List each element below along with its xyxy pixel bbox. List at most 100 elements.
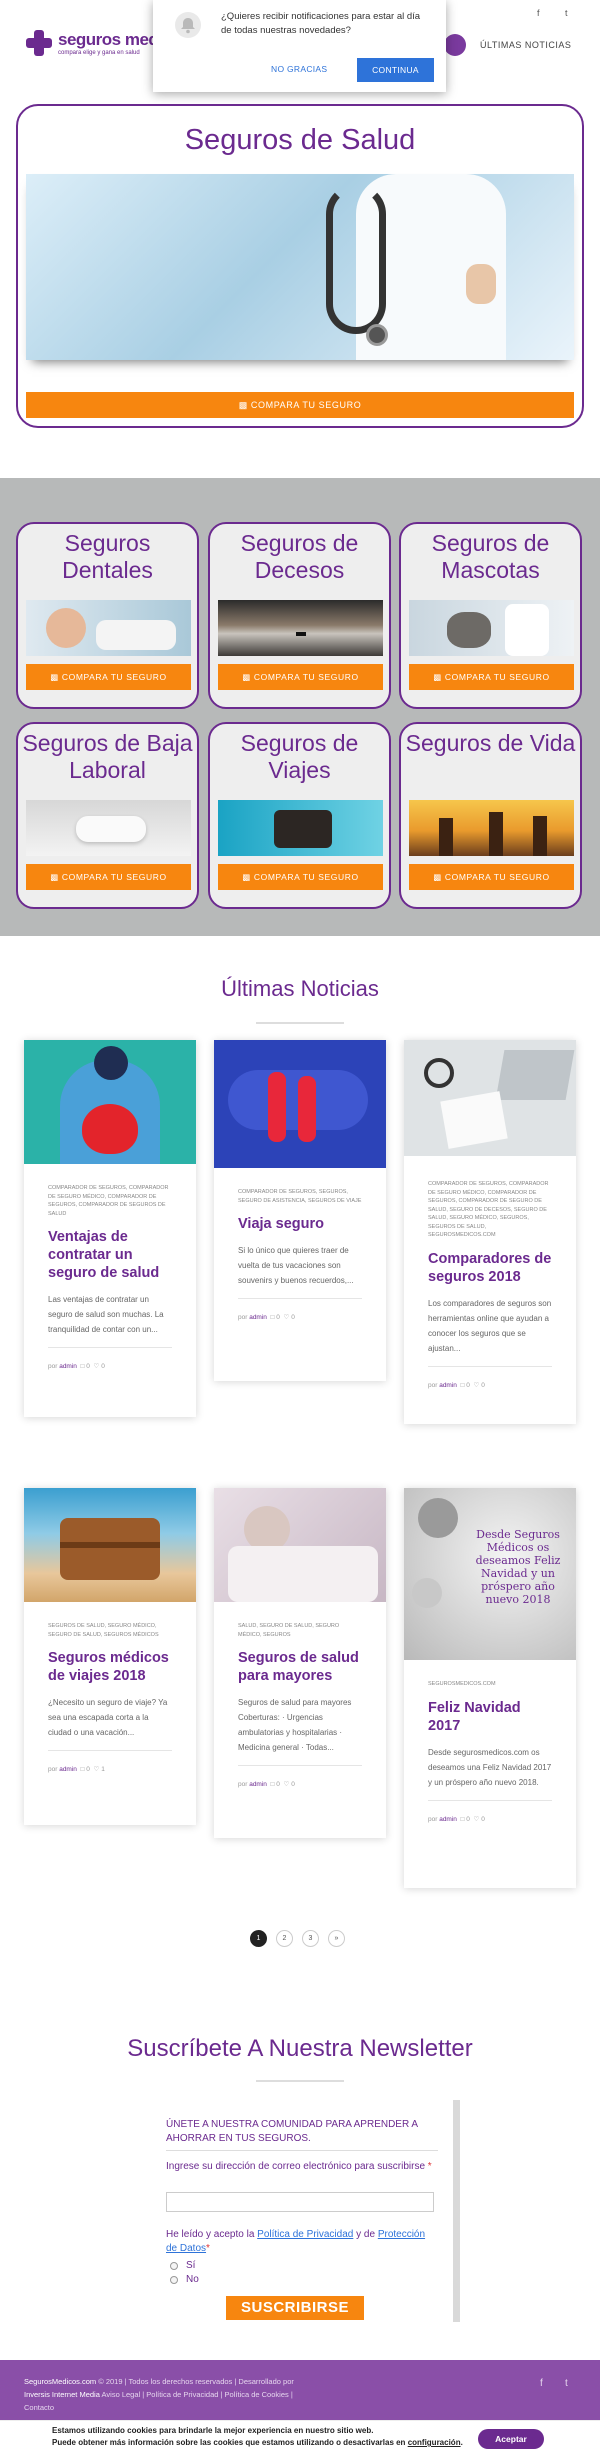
post-meta: por admin □ 0 ♡ 0 xyxy=(238,1781,295,1788)
consent-no-option[interactable]: No xyxy=(170,2274,199,2285)
post-author[interactable]: admin xyxy=(249,1781,267,1788)
product-card-mascotas[interactable]: Seguros de Mascotas ▩ COMPARA TU SEGURO xyxy=(399,522,582,709)
product-card-baja-laboral[interactable]: Seguros de Baja Laboral ▩ COMPARA TU SEG… xyxy=(16,722,199,909)
post-card[interactable]: SALUD, SEGURO DE SALUD, SEGURO MÉDICO, S… xyxy=(214,1488,386,1838)
divider xyxy=(48,1750,172,1751)
radio-button[interactable] xyxy=(170,2275,178,2284)
footer-rights: © 2019 | Todos los derechos reservados |… xyxy=(98,2377,294,2386)
compare-button[interactable]: ▩ COMPARA TU SEGURO xyxy=(409,664,574,690)
next-page-button[interactable]: » xyxy=(328,1930,345,1947)
twitter-icon[interactable]: t xyxy=(565,2378,568,2389)
post-card[interactable]: COMPARADOR DE SEGUROS, COMPARADOR DE SEG… xyxy=(404,1040,576,1424)
chart-icon: ▩ xyxy=(242,872,254,882)
comment-icon[interactable]: □ xyxy=(271,1781,275,1788)
cookie-settings-link[interactable]: configuración xyxy=(408,2438,461,2447)
pagination: 1 2 3 » xyxy=(250,1930,345,1947)
bell-icon xyxy=(175,12,201,38)
post-author[interactable]: admin xyxy=(249,1314,267,1321)
nav-menu-item[interactable] xyxy=(444,34,466,56)
post-title[interactable]: Seguros médicos de viajes 2018 xyxy=(48,1649,172,1685)
comment-count: 0 xyxy=(86,1363,90,1370)
twitter-icon[interactable]: t xyxy=(565,8,568,18)
compare-button[interactable]: ▩ COMPARA TU SEGURO xyxy=(218,664,383,690)
heart-stethoscope-image xyxy=(24,1040,196,1164)
divider xyxy=(428,1365,552,1367)
footer-site-link[interactable]: SegurosMedicos.com xyxy=(24,2377,96,2386)
vet-cat-image xyxy=(409,600,574,656)
facebook-icon[interactable]: f xyxy=(540,2378,543,2389)
cookie-line-2: Puede obtener más información sobre las … xyxy=(52,2438,463,2447)
footer-dev-link[interactable]: Inversis Internet Media xyxy=(24,2390,100,2399)
post-meta: por admin □ 0 ♡ 0 xyxy=(428,1815,485,1823)
email-field[interactable] xyxy=(166,2192,434,2212)
compare-button[interactable]: ▩ COMPARA TU SEGURO xyxy=(218,864,383,890)
no-thanks-button[interactable]: NO GRACIAS xyxy=(271,64,327,74)
post-categories[interactable]: COMPARADOR DE SEGUROS, COMPARADOR DE SEG… xyxy=(428,1180,552,1240)
divider xyxy=(428,1799,552,1801)
post-categories[interactable]: COMPARADOR DE SEGUROS, COMPARADOR DE SEG… xyxy=(48,1184,172,1218)
radio-button[interactable] xyxy=(170,2261,178,2270)
product-card-viajes[interactable]: Seguros de Viajes ▩ COMPARA TU SEGURO xyxy=(208,722,391,909)
compare-button[interactable]: ▩ COMPARA TU SEGURO xyxy=(409,864,574,890)
comment-icon[interactable]: □ xyxy=(271,1314,275,1321)
post-card[interactable]: COMPARADOR DE SEGUROS, SEGUROS, SEGURO D… xyxy=(214,1040,386,1381)
hero-title: Seguros de Salud xyxy=(184,124,416,156)
cta-label: COMPARA TU SEGURO xyxy=(253,672,359,682)
newsletter-form: ÚNETE A NUESTRA COMUNIDAD PARA APRENDER … xyxy=(160,2100,460,2322)
post-author[interactable]: admin xyxy=(59,1363,77,1370)
christmas-card-image: Desde Seguros Médicos os deseamos Feliz … xyxy=(404,1488,576,1660)
post-title[interactable]: Ventajas de contratar un seguro de salud xyxy=(48,1228,172,1282)
post-card[interactable]: SEGUROS DE SALUD, SEGURO MÉDICO, SEGURO … xyxy=(24,1488,196,1825)
post-categories[interactable]: COMPARADOR DE SEGUROS, SEGUROS, SEGURO D… xyxy=(238,1188,362,1205)
compare-button[interactable]: ▩ COMPARA TU SEGURO xyxy=(26,664,191,690)
product-card-vida[interactable]: Seguros de Vida ▩ COMPARA TU SEGURO xyxy=(399,722,582,909)
heart-icon[interactable]: ♡ xyxy=(474,1816,480,1823)
dental-image xyxy=(26,600,191,656)
comment-icon[interactable]: □ xyxy=(461,1382,465,1389)
post-author[interactable]: admin xyxy=(439,1816,457,1823)
product-card-decesos[interactable]: Seguros de Decesos ▩ COMPARA TU SEGURO xyxy=(208,522,391,709)
post-title[interactable]: Viaja seguro xyxy=(238,1215,362,1233)
consent-yes-option[interactable]: Sí xyxy=(170,2260,195,2271)
post-card[interactable]: Desde Seguros Médicos os deseamos Feliz … xyxy=(404,1488,576,1888)
hero-compare-button[interactable]: ▩ COMPARA TU SEGURO xyxy=(26,392,574,418)
product-card-dentales[interactable]: Seguros Dentales ▩ COMPARA TU SEGURO xyxy=(16,522,199,709)
accept-cookies-button[interactable]: Aceptar xyxy=(478,2429,544,2449)
newsletter-title: Suscríbete A Nuestra Newsletter xyxy=(127,2035,473,2062)
post-author[interactable]: admin xyxy=(59,1766,77,1773)
post-categories[interactable]: SEGUROSMEDICOS.COM xyxy=(428,1680,552,1689)
subscribe-button[interactable]: SUSCRIBIRSE xyxy=(226,2296,364,2320)
product-title: Seguros de Baja Laboral xyxy=(22,730,193,783)
page-2-button[interactable]: 2 xyxy=(276,1930,293,1947)
heart-icon[interactable]: ♡ xyxy=(94,1363,100,1370)
post-categories[interactable]: SEGUROS DE SALUD, SEGURO MÉDICO, SEGURO … xyxy=(48,1622,172,1639)
post-title[interactable]: Feliz Navidad 2017 xyxy=(428,1699,552,1735)
comment-icon[interactable]: □ xyxy=(81,1766,85,1773)
comment-icon[interactable]: □ xyxy=(461,1816,465,1823)
post-author[interactable]: admin xyxy=(439,1382,457,1389)
hero-card: Seguros de Salud ▩ COMPARA TU SEGURO xyxy=(16,104,584,428)
page-1-button[interactable]: 1 xyxy=(250,1930,267,1947)
post-card[interactable]: COMPARADOR DE SEGUROS, COMPARADOR DE SEG… xyxy=(24,1040,196,1417)
heart-icon[interactable]: ♡ xyxy=(284,1314,290,1321)
comment-count: 0 xyxy=(276,1781,280,1788)
post-title[interactable]: Comparadores de seguros 2018 xyxy=(428,1250,552,1286)
comment-count: 0 xyxy=(276,1314,280,1321)
facebook-icon[interactable]: f xyxy=(537,8,540,18)
post-categories[interactable]: SALUD, SEGURO DE SALUD, SEGURO MÉDICO, S… xyxy=(238,1622,362,1639)
page-3-button[interactable]: 3 xyxy=(302,1930,319,1947)
nav-ultimas-noticias[interactable]: ÚLTIMAS NOTICIAS xyxy=(480,40,571,50)
chart-icon: ▩ xyxy=(50,672,62,682)
option-yes-label: Sí xyxy=(186,2260,196,2271)
post-title[interactable]: Seguros de salud para mayores xyxy=(238,1649,362,1685)
product-title: Seguros Dentales xyxy=(62,530,153,583)
compare-button[interactable]: ▩ COMPARA TU SEGURO xyxy=(26,864,191,890)
comment-icon[interactable]: □ xyxy=(81,1363,85,1370)
heart-icon[interactable]: ♡ xyxy=(284,1781,290,1788)
heart-icon[interactable]: ♡ xyxy=(94,1766,100,1773)
sunset-boat-image xyxy=(218,600,383,656)
privacy-policy-link[interactable]: Política de Privacidad xyxy=(257,2229,353,2240)
continue-button[interactable]: CONTINUA xyxy=(357,58,434,82)
heart-icon[interactable]: ♡ xyxy=(474,1382,480,1389)
post-meta: por admin □ 0 ♡ 0 xyxy=(48,1363,105,1370)
